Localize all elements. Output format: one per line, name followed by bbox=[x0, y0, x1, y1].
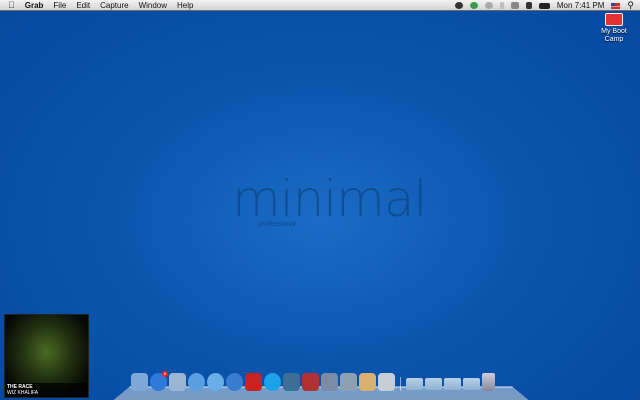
dock-safari-icon[interactable] bbox=[188, 373, 205, 391]
menu-edit[interactable]: Edit bbox=[76, 1, 90, 10]
dock-folder-downloads-icon[interactable] bbox=[444, 378, 461, 390]
drive-label: My Boot Camp bbox=[601, 28, 627, 43]
dock-finder-icon[interactable] bbox=[131, 373, 148, 391]
battery-icon[interactable] bbox=[538, 2, 550, 9]
menu-window[interactable]: Window bbox=[139, 1, 167, 10]
menu-bar:  Grab File Edit Capture Window Help Mon… bbox=[0, 0, 640, 11]
dock-itunes-icon[interactable] bbox=[226, 373, 243, 391]
clock[interactable]: Mon 7:41 PM bbox=[557, 1, 605, 10]
input-source-flag-icon[interactable] bbox=[611, 2, 621, 9]
dock-notes-icon[interactable] bbox=[359, 373, 376, 391]
dock-folder-applications-icon[interactable] bbox=[406, 378, 423, 390]
volume-icon[interactable] bbox=[525, 2, 532, 9]
wallpaper-logo: minimal bbox=[232, 170, 427, 228]
dock-separator bbox=[400, 377, 401, 391]
desktop-drive-bootcamp[interactable]: My Boot Camp bbox=[597, 13, 631, 44]
menu-app-grab[interactable]: Grab bbox=[25, 1, 44, 10]
apple-menu-icon[interactable]:  bbox=[8, 0, 15, 10]
dock-trash-icon[interactable] bbox=[482, 373, 495, 391]
dock-printer-icon[interactable] bbox=[283, 373, 300, 391]
menu-capture[interactable]: Capture bbox=[100, 1, 128, 10]
hard-drive-icon bbox=[605, 13, 623, 26]
status-app-icon[interactable] bbox=[454, 2, 463, 9]
now-playing-widget[interactable]: THE RACE WIZ KHALIFA bbox=[4, 314, 89, 398]
dock: 8 bbox=[131, 371, 495, 391]
spotlight-search-icon[interactable]: ⚲ bbox=[627, 0, 634, 11]
dock-folder-documents-icon[interactable] bbox=[425, 378, 442, 390]
dock-app-store-icon[interactable]: 8 bbox=[150, 371, 168, 391]
dock-iphoto-icon[interactable] bbox=[340, 373, 357, 391]
sync-icon[interactable] bbox=[469, 2, 478, 9]
chat-status-icon[interactable] bbox=[484, 2, 493, 9]
wifi-signal-icon[interactable] bbox=[510, 2, 519, 9]
bluetooth-icon[interactable] bbox=[499, 2, 504, 9]
dock-textedit-icon[interactable] bbox=[378, 373, 395, 391]
dock-photo-booth-icon[interactable] bbox=[245, 373, 262, 391]
menu-file[interactable]: File bbox=[53, 1, 66, 10]
dock-mail-icon[interactable] bbox=[169, 373, 186, 391]
dock-dictionary-icon[interactable] bbox=[302, 373, 319, 391]
dock-skype-icon[interactable] bbox=[264, 373, 281, 391]
track-artist: WIZ KHALIFA bbox=[7, 390, 39, 396]
dock-instruments-icon[interactable] bbox=[321, 373, 338, 391]
dock-ichat-icon[interactable] bbox=[207, 373, 224, 391]
dock-folder-desktop-icon[interactable] bbox=[463, 378, 480, 390]
badge-count: 8 bbox=[162, 371, 168, 377]
menu-help[interactable]: Help bbox=[177, 1, 193, 10]
wallpaper-subtitle: professional bbox=[258, 221, 296, 228]
